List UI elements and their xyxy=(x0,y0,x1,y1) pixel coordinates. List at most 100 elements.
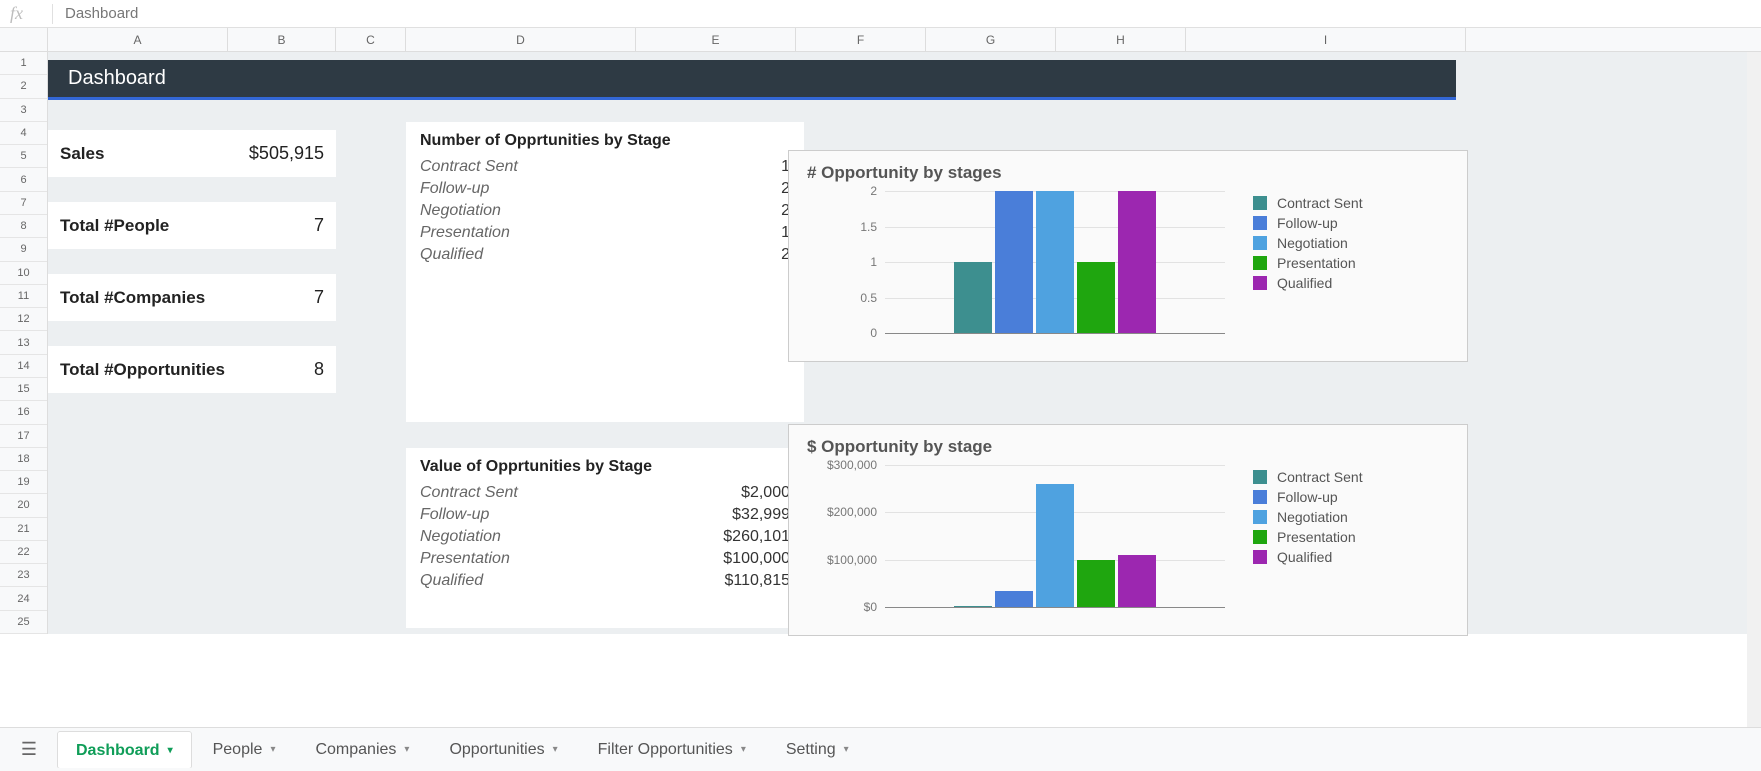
bar-contract-sent[interactable] xyxy=(954,262,992,333)
sheet-body: 1234567891011121314151617181920212223242… xyxy=(0,52,1761,634)
bar-qualified[interactable] xyxy=(1118,555,1156,607)
formula-bar-content[interactable]: Dashboard xyxy=(65,5,138,22)
sheet-canvas[interactable]: Dashboard Sales$505,915Total #People7Tot… xyxy=(48,52,1761,634)
row-header-21[interactable]: 21 xyxy=(0,518,47,541)
row-header-8[interactable]: 8 xyxy=(0,215,47,238)
vertical-scrollbar[interactable] xyxy=(1747,52,1761,727)
sheet-tab-people[interactable]: People ▾ xyxy=(195,732,294,768)
bar-contract-sent[interactable] xyxy=(954,606,992,607)
row-header-6[interactable]: 6 xyxy=(0,168,47,191)
sheet-tab-opportunities[interactable]: Opportunities ▾ xyxy=(431,732,575,768)
column-header-I[interactable]: I xyxy=(1186,28,1466,51)
legend-label: Contract Sent xyxy=(1277,195,1363,211)
row-key: Qualified xyxy=(420,572,483,590)
chart-count-by-stage[interactable]: # Opportunity by stages 00.511.52 Contra… xyxy=(788,150,1468,362)
legend-item: Presentation xyxy=(1253,529,1425,545)
row-header-9[interactable]: 9 xyxy=(0,238,47,261)
row-header-12[interactable]: 12 xyxy=(0,308,47,331)
data-row: Contract Sent$2,000 xyxy=(420,482,790,504)
data-row: Presentation1 xyxy=(420,222,790,244)
sheet-tab-companies[interactable]: Companies ▾ xyxy=(297,732,427,768)
chart2-legend: Contract SentFollow-upNegotiationPresent… xyxy=(1225,465,1425,625)
row-key: Presentation xyxy=(420,550,510,568)
chart-dollar-by-stage[interactable]: $ Opportunity by stage $0$100,000$200,00… xyxy=(788,424,1468,636)
tab-label: Opportunities xyxy=(449,741,544,759)
chevron-down-icon: ▾ xyxy=(270,744,275,755)
row-value: $2,000 xyxy=(741,484,790,502)
row-header-11[interactable]: 11 xyxy=(0,285,47,308)
sheet-tab-filter-opportunities[interactable]: Filter Opportunities ▾ xyxy=(580,732,764,768)
row-key: Qualified xyxy=(420,246,483,264)
row-header-14[interactable]: 14 xyxy=(0,355,47,378)
row-header-18[interactable]: 18 xyxy=(0,448,47,471)
sheet-tab-dashboard[interactable]: Dashboard ▾ xyxy=(58,732,191,768)
y-tick-label: 2 xyxy=(870,184,877,198)
y-tick-label: 0.5 xyxy=(860,291,877,305)
row-value: $260,101 xyxy=(723,528,790,546)
gridline xyxy=(885,333,1225,334)
row-header-25[interactable]: 25 xyxy=(0,611,47,634)
column-header-H[interactable]: H xyxy=(1056,28,1186,51)
bar-presentation[interactable] xyxy=(1077,560,1115,607)
column-header-F[interactable]: F xyxy=(796,28,926,51)
row-header-5[interactable]: 5 xyxy=(0,145,47,168)
row-header-1[interactable]: 1 xyxy=(0,52,47,75)
row-header-17[interactable]: 17 xyxy=(0,425,47,448)
legend-swatch xyxy=(1253,530,1267,544)
legend-item: Contract Sent xyxy=(1253,469,1425,485)
column-header-E[interactable]: E xyxy=(636,28,796,51)
column-header-A[interactable]: A xyxy=(48,28,228,51)
row-header-15[interactable]: 15 xyxy=(0,378,47,401)
row-header-7[interactable]: 7 xyxy=(0,192,47,215)
row-header-22[interactable]: 22 xyxy=(0,541,47,564)
bar-follow-up[interactable] xyxy=(995,191,1033,333)
chevron-down-icon: ▾ xyxy=(741,744,746,755)
tab-label: Filter Opportunities xyxy=(598,741,733,759)
bar-qualified[interactable] xyxy=(1118,191,1156,333)
column-header-G[interactable]: G xyxy=(926,28,1056,51)
row-header-13[interactable]: 13 xyxy=(0,331,47,354)
chart1-plot: 00.511.52 xyxy=(805,191,1225,351)
row-value: $100,000 xyxy=(723,550,790,568)
row-header-23[interactable]: 23 xyxy=(0,564,47,587)
legend-swatch xyxy=(1253,256,1267,270)
select-all-corner[interactable] xyxy=(0,28,48,51)
row-header-2[interactable]: 2 xyxy=(0,75,47,98)
row-header-16[interactable]: 16 xyxy=(0,401,47,424)
data-row: Presentation $100,000 xyxy=(420,548,790,570)
chevron-down-icon: ▾ xyxy=(553,744,558,755)
row-key: Contract Sent xyxy=(420,158,518,176)
sheet-tab-setting[interactable]: Setting ▾ xyxy=(768,732,867,768)
tab-label: Companies xyxy=(315,741,396,759)
bar-presentation[interactable] xyxy=(1077,262,1115,333)
kpi-label: Sales xyxy=(60,144,104,164)
number-opportunities-box: Number of Opprtunities by Stage Contract… xyxy=(406,122,804,422)
legend-label: Qualified xyxy=(1277,275,1332,291)
row-header-24[interactable]: 24 xyxy=(0,587,47,610)
row-header-10[interactable]: 10 xyxy=(0,262,47,285)
y-tick-label: 1 xyxy=(870,255,877,269)
row-value: $110,815 xyxy=(724,572,790,590)
row-header-4[interactable]: 4 xyxy=(0,122,47,145)
tab-label: Setting xyxy=(786,741,836,759)
legend-item: Qualified xyxy=(1253,275,1425,291)
legend-item: Follow-up xyxy=(1253,489,1425,505)
legend-label: Contract Sent xyxy=(1277,469,1363,485)
bar-follow-up[interactable] xyxy=(995,591,1033,607)
row-value: $32,999 xyxy=(732,506,790,524)
column-header-D[interactable]: D xyxy=(406,28,636,51)
y-tick-label: $0 xyxy=(864,600,877,614)
column-header-B[interactable]: B xyxy=(228,28,336,51)
row-header-20[interactable]: 20 xyxy=(0,494,47,517)
bar-negotiation[interactable] xyxy=(1036,191,1074,333)
legend-label: Follow-up xyxy=(1277,489,1338,505)
dashboard-title: Dashboard xyxy=(68,67,166,90)
tab-label: People xyxy=(213,741,263,759)
row-key: Negotiation xyxy=(420,528,501,546)
row-header-19[interactable]: 19 xyxy=(0,471,47,494)
legend-swatch xyxy=(1253,196,1267,210)
column-header-C[interactable]: C xyxy=(336,28,406,51)
bar-negotiation[interactable] xyxy=(1036,484,1074,607)
all-sheets-menu-icon[interactable]: ☰ xyxy=(12,733,46,767)
row-header-3[interactable]: 3 xyxy=(0,99,47,122)
